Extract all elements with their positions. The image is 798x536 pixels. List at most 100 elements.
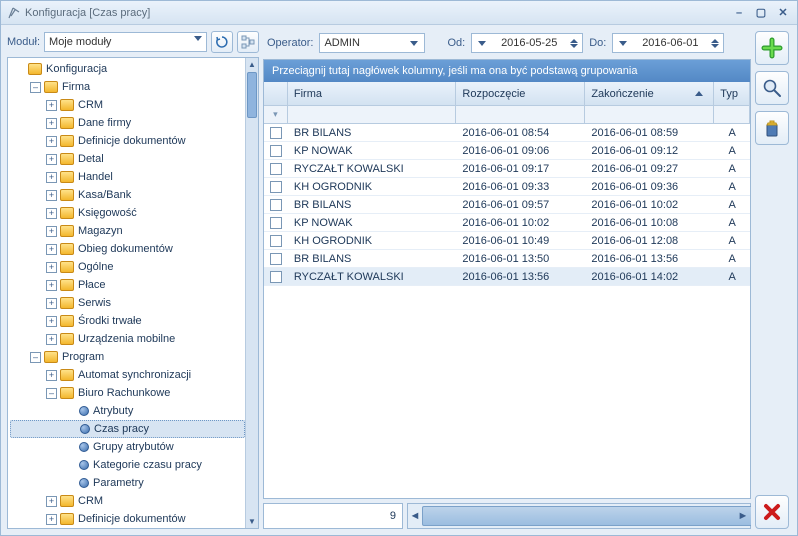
row-checkbox[interactable] <box>264 127 288 139</box>
header-firma[interactable]: Firma <box>288 82 457 105</box>
expander[interactable]: + <box>46 154 57 165</box>
header-checkbox[interactable] <box>264 82 288 105</box>
tree-scrollbar[interactable]: ▲ ▼ <box>245 58 258 528</box>
config-tree[interactable]: Konfiguracja–Firma+CRM+Dane firmy+Defini… <box>8 58 245 528</box>
operator-combo[interactable]: ADMIN <box>319 33 425 53</box>
tree-node-label: Serwis <box>78 297 111 309</box>
tree-node[interactable]: +Kasa/Bank <box>10 186 245 204</box>
expander[interactable]: + <box>46 100 57 111</box>
tree-node[interactable]: +Ogólne <box>10 258 245 276</box>
tree-node[interactable]: +Urządzenia mobilne <box>10 330 245 348</box>
tree-node[interactable]: +Środki trwałe <box>10 312 245 330</box>
expander[interactable]: + <box>46 370 57 381</box>
tree-node[interactable]: +Definicje dokumentów <box>10 132 245 150</box>
row-checkbox[interactable] <box>264 181 288 193</box>
expander[interactable]: + <box>46 244 57 255</box>
spinner[interactable] <box>570 39 578 48</box>
scroll-thumb[interactable] <box>247 72 257 118</box>
search-button[interactable] <box>755 71 789 105</box>
tree-node[interactable]: + Serwis <box>10 294 245 312</box>
expander[interactable]: – <box>30 352 41 363</box>
row-checkbox[interactable] <box>264 253 288 265</box>
expander[interactable]: + <box>46 118 57 129</box>
table-row[interactable]: RYCZAŁT KOWALSKI 2016-06-01 09:17 2016-0… <box>264 160 750 178</box>
tree-node[interactable]: +CRM <box>10 96 245 114</box>
tree-node[interactable]: –Program <box>10 348 245 366</box>
tree-node[interactable]: +Handel <box>10 168 245 186</box>
table-row[interactable]: RYCZAŁT KOWALSKI 2016-06-01 13:56 2016-0… <box>264 268 750 286</box>
row-checkbox[interactable] <box>264 235 288 247</box>
add-button[interactable] <box>755 31 789 65</box>
tree-node[interactable]: +Dane firmy <box>10 114 245 132</box>
expander[interactable]: + <box>46 172 57 183</box>
row-checkbox[interactable] <box>264 199 288 211</box>
table-row[interactable]: KP NOWAK 2016-06-01 09:06 2016-06-01 09:… <box>264 142 750 160</box>
tree-node[interactable]: Czas pracy <box>10 420 245 438</box>
table-row[interactable]: KH OGRODNIK 2016-06-01 10:49 2016-06-01 … <box>264 232 750 250</box>
table-row[interactable]: BR BILANS 2016-06-01 09:57 2016-06-01 10… <box>264 196 750 214</box>
tree-node[interactable]: +Detal <box>10 150 245 168</box>
row-checkbox[interactable] <box>264 145 288 157</box>
scroll-down-icon[interactable]: ▼ <box>246 515 258 528</box>
expander[interactable]: + <box>46 136 57 147</box>
header-start[interactable]: Rozpoczęcie <box>456 82 585 105</box>
expander[interactable]: + <box>46 280 57 291</box>
horizontal-scrollbar[interactable]: ◄ ► <box>407 503 751 529</box>
expander[interactable]: + <box>46 226 57 237</box>
tree-node[interactable]: Grupy atrybutów <box>10 438 245 456</box>
close-button[interactable]: ✕ <box>775 6 791 20</box>
tree-node[interactable]: +Magazyn <box>10 222 245 240</box>
table-row[interactable]: KH OGRODNIK 2016-06-01 09:33 2016-06-01 … <box>264 178 750 196</box>
expander[interactable]: + <box>46 496 57 507</box>
tree-node[interactable]: –Firma <box>10 78 245 96</box>
tree-node[interactable]: Kategorie czasu pracy <box>10 456 245 474</box>
module-combo[interactable]: Moje moduły <box>44 32 207 52</box>
header-typ[interactable]: Typ <box>714 82 750 105</box>
refresh-button[interactable] <box>211 31 233 53</box>
date-to-field[interactable]: 2016-06-01 <box>612 33 724 53</box>
maximize-button[interactable]: ▢ <box>753 6 769 20</box>
scroll-right-icon[interactable]: ► <box>736 504 750 528</box>
group-panel[interactable]: Przeciągnij tutaj nagłówek kolumny, jeśl… <box>264 60 750 82</box>
table-row[interactable]: BR BILANS 2016-06-01 08:54 2016-06-01 08… <box>264 124 750 142</box>
row-checkbox[interactable] <box>264 163 288 175</box>
expander[interactable]: + <box>46 298 57 309</box>
expand-tree-button[interactable] <box>237 31 259 53</box>
expander[interactable]: + <box>46 190 57 201</box>
scroll-left-icon[interactable]: ◄ <box>408 504 422 528</box>
date-from-field[interactable]: 2016-05-25 <box>471 33 583 53</box>
tree-node[interactable]: –Biuro Rachunkowe <box>10 384 245 402</box>
filter-funnel-icon[interactable]: ▾ <box>264 106 288 123</box>
tree-node[interactable]: +CRM <box>10 492 245 510</box>
close-panel-button[interactable] <box>755 495 789 529</box>
expander[interactable]: + <box>46 316 57 327</box>
expander[interactable]: + <box>46 514 57 525</box>
row-checkbox[interactable] <box>264 271 288 283</box>
tree-node[interactable]: +Automat synchronizacji <box>10 366 245 384</box>
tree-node[interactable]: Atrybuty <box>10 402 245 420</box>
spinner[interactable] <box>711 39 719 48</box>
tree-node[interactable]: +Księgowość <box>10 204 245 222</box>
cell-firma: BR BILANS <box>288 199 457 211</box>
tree-node[interactable]: +Definicje dokumentów <box>10 510 245 528</box>
table-row[interactable]: KP NOWAK 2016-06-01 10:02 2016-06-01 10:… <box>264 214 750 232</box>
expander[interactable]: + <box>46 262 57 273</box>
header-end[interactable]: Zakończenie <box>585 82 714 105</box>
expander[interactable]: – <box>30 82 41 93</box>
expander[interactable]: + <box>46 334 57 345</box>
scroll-up-icon[interactable]: ▲ <box>246 58 258 71</box>
expander[interactable]: – <box>46 388 57 399</box>
tree-node[interactable]: Konfiguracja <box>10 60 245 78</box>
tree-node[interactable]: +Obieg dokumentów <box>10 240 245 258</box>
grid-filter-row[interactable]: ▾ <box>264 106 750 124</box>
cell-start: 2016-06-01 13:50 <box>456 253 585 265</box>
table-row[interactable]: BR BILANS 2016-06-01 13:50 2016-06-01 13… <box>264 250 750 268</box>
delete-button[interactable] <box>755 111 789 145</box>
tree-node[interactable]: Parametry <box>10 474 245 492</box>
minimize-button[interactable]: – <box>731 6 747 20</box>
expander[interactable]: + <box>46 208 57 219</box>
row-checkbox[interactable] <box>264 217 288 229</box>
tree-node[interactable]: +Płace <box>10 276 245 294</box>
grid-body[interactable]: BR BILANS 2016-06-01 08:54 2016-06-01 08… <box>264 124 750 498</box>
scroll-thumb[interactable] <box>422 506 751 526</box>
